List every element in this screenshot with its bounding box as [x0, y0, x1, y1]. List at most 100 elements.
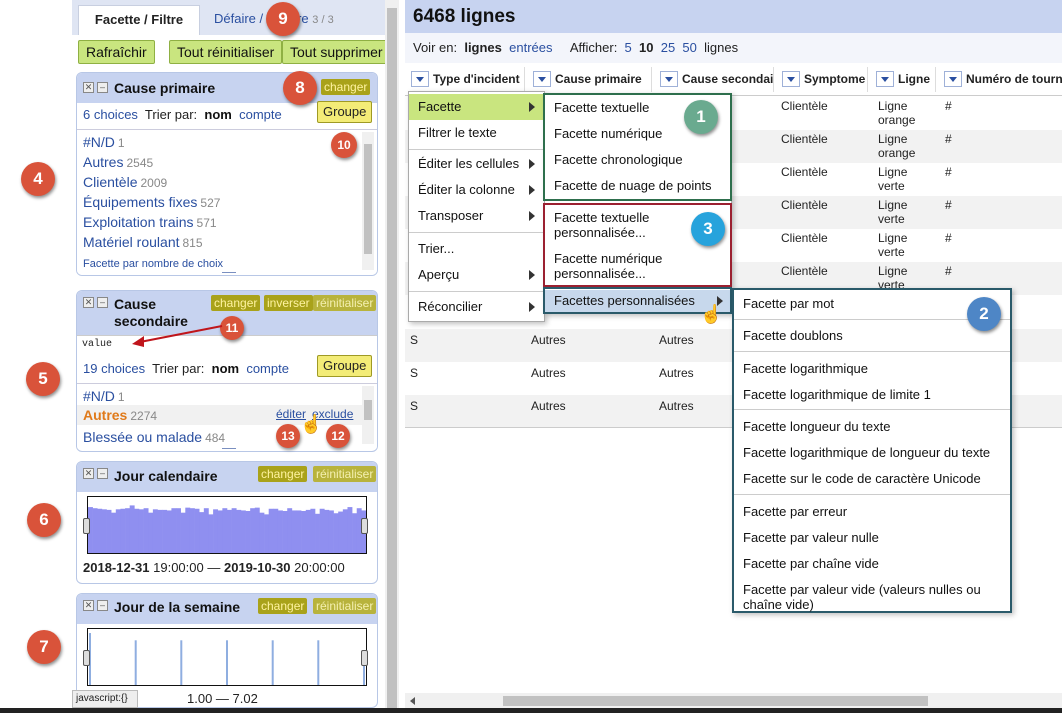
column-menu-icon[interactable] [876, 70, 894, 87]
menu-item-blank-facet[interactable]: Facette par valeur vide (valeurs nulles … [734, 582, 984, 612]
range-handle-left[interactable] [83, 650, 90, 666]
cell-symptome: Clientèle [781, 165, 828, 179]
menu-item-empty-string-facet[interactable]: Facette par chaîne vide [734, 556, 1010, 571]
column-menu-icon[interactable] [944, 70, 962, 87]
column-header[interactable]: Type d'incident [405, 67, 525, 92]
column-menu-icon[interactable] [411, 70, 429, 87]
weekday-histogram[interactable] [87, 628, 367, 686]
close-icon[interactable]: ✕ [83, 600, 94, 611]
scrollbar-thumb[interactable] [364, 144, 372, 254]
remove-all-button[interactable]: Tout supprimer [282, 40, 391, 64]
menu-item-sort[interactable]: Trier... [409, 236, 544, 262]
resize-grip[interactable] [222, 272, 236, 275]
menu-item-text-length-facet[interactable]: Facette longueur du texte [734, 419, 1010, 434]
choices-count[interactable]: 6 choices [83, 107, 138, 122]
scrollbar-thumb[interactable] [364, 400, 372, 420]
reset-button[interactable]: réinitialiser [313, 466, 377, 482]
choice-count: 484 [205, 431, 226, 445]
list-item[interactable]: Clientèle 2009 [83, 174, 167, 190]
minimize-icon[interactable]: – [97, 600, 108, 611]
list-item[interactable]: #N/D 1 [83, 388, 125, 404]
sort-name[interactable]: nom [212, 361, 239, 376]
choice-count: 571 [196, 216, 217, 230]
close-icon[interactable]: ✕ [83, 82, 94, 93]
list-item[interactable]: Matériel roulant 815 [83, 234, 203, 250]
invert-button[interactable]: inverser [264, 295, 313, 311]
change-button[interactable]: changer [258, 598, 308, 614]
minimize-icon[interactable]: – [97, 468, 108, 479]
annotation-arrow [132, 325, 223, 347]
menu-item-facet[interactable]: Facette [409, 94, 544, 120]
list-item[interactable]: Blessée ou malade 484 [83, 429, 225, 445]
list-item[interactable]: Autres 2545 [83, 154, 153, 170]
close-icon[interactable]: ✕ [83, 297, 94, 308]
column-menu-icon[interactable] [533, 70, 551, 87]
scrollbar[interactable] [362, 386, 374, 444]
calendar-histogram[interactable] [87, 496, 367, 554]
change-button[interactable]: changer [258, 466, 308, 482]
close-icon[interactable]: ✕ [83, 468, 94, 479]
menu-item-text-filter[interactable]: Filtrer le texte [409, 120, 544, 146]
reset-all-button[interactable]: Tout réinitialiser [169, 40, 283, 64]
list-item[interactable]: Autres 2274 [83, 407, 157, 423]
column-header[interactable]: Cause primaire [527, 67, 652, 92]
menu-item-transpose[interactable]: Transposer [409, 203, 544, 229]
column-header[interactable]: Numéro de tournée [938, 67, 1062, 92]
scroll-left-icon[interactable] [410, 697, 415, 705]
sort-count[interactable]: compte [239, 107, 282, 122]
reset-button[interactable]: réinitialiser [313, 598, 377, 614]
column-menu-icon[interactable] [660, 70, 678, 87]
sort-name[interactable]: nom [204, 107, 231, 122]
menu-item-log-text-length-facet[interactable]: Facette logarithmique de longueur du tex… [734, 445, 1010, 460]
histogram-bar [111, 512, 117, 553]
resize-grip[interactable] [222, 448, 236, 451]
refresh-button[interactable]: Rafraîchir [78, 40, 155, 64]
column-header[interactable]: Symptome [776, 67, 868, 92]
scrollbar[interactable] [362, 132, 374, 270]
view-records[interactable]: entrées [509, 40, 552, 55]
list-item[interactable]: Équipements fixes 527 [83, 194, 220, 210]
menu-item-log-1-facet[interactable]: Facette logarithmique de limite 1 [734, 387, 1010, 402]
menu-item-duplicates-facet[interactable]: Facette doublons [734, 328, 1010, 343]
horizontal-scrollbar-thumb[interactable] [503, 696, 928, 706]
range-handle-right[interactable] [361, 650, 368, 666]
column-menu-icon[interactable] [782, 70, 800, 87]
sort-count[interactable]: compte [246, 361, 289, 376]
menu-item-reconcile[interactable]: Réconcilier [409, 294, 544, 320]
minimize-icon[interactable]: – [97, 82, 108, 93]
list-item[interactable]: #N/D 1 [83, 134, 125, 150]
column-header[interactable]: Cause secondaire [654, 67, 774, 92]
change-button[interactable]: changer [211, 295, 261, 311]
change-button[interactable]: changer [321, 79, 371, 95]
histogram-svg [89, 633, 365, 685]
menu-item-null-facet[interactable]: Facette par valeur nulle [734, 530, 1010, 545]
histogram-bar [338, 511, 344, 553]
group-button[interactable]: Groupe [317, 355, 373, 377]
choices-count[interactable]: 19 choices [83, 361, 145, 376]
menu-item-log-facet[interactable]: Facette logarithmique [734, 361, 1010, 376]
menu-item-error-facet[interactable]: Facette par erreur [734, 504, 1010, 519]
show-10[interactable]: 10 [639, 40, 653, 55]
menu-item-unicode-facet[interactable]: Facette sur le code de caractère Unicode [734, 471, 1010, 486]
group-button[interactable]: Groupe [317, 101, 373, 123]
list-item[interactable]: Exploitation trains 571 [83, 214, 217, 230]
show-5[interactable]: 5 [625, 40, 632, 55]
reset-button[interactable]: réinitialiser [313, 295, 377, 311]
callout-12: 12 [326, 424, 350, 448]
range-handle-right[interactable] [361, 518, 368, 534]
range-handle-left[interactable] [83, 518, 90, 534]
show-25[interactable]: 25 [661, 40, 675, 55]
minimize-icon[interactable]: – [97, 297, 108, 308]
menu-item-edit-cells[interactable]: Éditer les cellules [409, 151, 544, 177]
column-header[interactable]: Ligne [870, 67, 936, 92]
facet-by-choice-count-link[interactable]: Facette par nombre de choix [83, 258, 223, 270]
choice-count: 1 [117, 390, 125, 404]
panel-scrollbar-thumb[interactable] [387, 8, 397, 708]
histogram-bar [240, 510, 246, 553]
tab-facet-filter[interactable]: Facette / Filtre [78, 5, 200, 35]
left-margin [0, 0, 72, 713]
menu-item-edit-column[interactable]: Éditer la colonne [409, 177, 544, 203]
show-50[interactable]: 50 [682, 40, 696, 55]
menu-item-preview[interactable]: Aperçu [409, 262, 544, 288]
view-rows[interactable]: lignes [464, 40, 502, 55]
